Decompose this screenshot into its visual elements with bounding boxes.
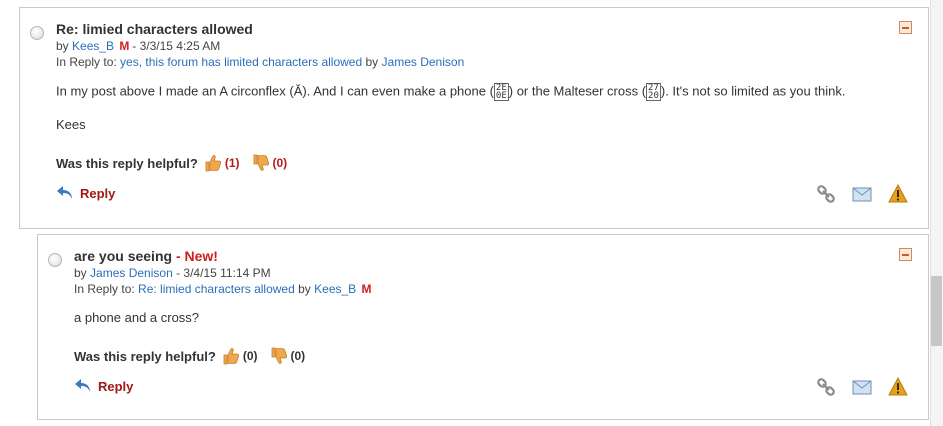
- reply-post: are you seeing - New! by James Denison -…: [37, 234, 929, 420]
- author-link[interactable]: James Denison: [90, 266, 173, 280]
- helpful-label: Was this reply helpful?: [74, 348, 216, 364]
- in-reply-by: by: [298, 282, 311, 296]
- cross-glyph: 27 20: [646, 83, 661, 101]
- by-prefix: by: [74, 266, 87, 280]
- select-radio[interactable]: [30, 26, 44, 40]
- body-text-part: In my post above I made an A circonflex …: [56, 83, 494, 99]
- post-byline: by James Denison - 3/4/15 11:14 PM: [74, 266, 271, 280]
- reply-label: Reply: [80, 185, 116, 201]
- post-timestamp: - 3/4/15 11:14 PM: [176, 266, 271, 280]
- select-radio[interactable]: [48, 253, 62, 267]
- reply-label: Reply: [98, 378, 134, 394]
- no-count: (0): [272, 156, 288, 170]
- post-body: In my post above I made an A circonflex …: [56, 83, 845, 101]
- reply-arrow-icon: [57, 186, 72, 199]
- body-text-part: ) or the Malteser cross (: [508, 83, 647, 99]
- post-actions: [800, 376, 908, 397]
- new-badge: - New!: [175, 248, 218, 264]
- reply-button[interactable]: Reply: [56, 185, 115, 201]
- in-reply-by: by: [365, 55, 379, 69]
- chain-link-icon[interactable]: [816, 184, 836, 204]
- post-signature: Kees: [56, 117, 86, 132]
- moderator-badge: M: [119, 39, 129, 53]
- reply-arrow-icon: [75, 379, 90, 392]
- yes-count: (0): [242, 349, 258, 363]
- reply-button[interactable]: Reply: [74, 378, 133, 394]
- helpful-label: Was this reply helpful?: [56, 155, 198, 171]
- post-actions: [800, 183, 908, 204]
- warning-triangle-icon[interactable]: [888, 376, 908, 397]
- in-reply-author-link[interactable]: Kees_B: [314, 282, 356, 296]
- helpful-row: Was this reply helpful? (1) (0): [56, 153, 297, 173]
- post-timestamp: - 3/3/15 4:25 AM: [132, 39, 221, 53]
- in-reply-author-link[interactable]: James Denison: [382, 55, 465, 69]
- post-title: Re: limied characters allowed: [56, 21, 253, 37]
- in-reply-to: In Reply to: yes, this forum has limited…: [56, 55, 464, 69]
- post-body: a phone and a cross?: [74, 310, 200, 325]
- yes-count: (1): [224, 156, 240, 170]
- helpful-row: Was this reply helpful? (0) (0): [74, 346, 315, 366]
- by-prefix: by: [56, 39, 69, 53]
- post-title-text: are you seeing: [74, 248, 173, 264]
- moderator-badge: M: [361, 282, 372, 296]
- no-count: (0): [290, 349, 306, 363]
- collapse-button[interactable]: [899, 21, 912, 34]
- in-reply-to: In Reply to: Re: limied characters allow…: [74, 282, 372, 296]
- chain-link-icon[interactable]: [816, 377, 836, 397]
- post-byline: by Kees_B M - 3/3/15 4:25 AM: [56, 39, 220, 53]
- collapse-button[interactable]: [899, 248, 912, 261]
- in-reply-post-link[interactable]: Re: limied characters allowed: [138, 282, 295, 296]
- author-link[interactable]: Kees_B: [72, 39, 114, 53]
- in-reply-post-link[interactable]: yes, this forum has limited characters a…: [120, 55, 362, 69]
- in-reply-prefix: In Reply to:: [56, 55, 117, 69]
- thumbs-down-icon[interactable]: [252, 153, 270, 173]
- thumbs-up-icon[interactable]: [222, 346, 240, 366]
- phone-glyph: 2E 0E: [493, 83, 509, 101]
- envelope-icon[interactable]: [852, 184, 872, 204]
- scrollbar-track[interactable]: [930, 0, 943, 426]
- thumbs-up-icon[interactable]: [204, 153, 222, 173]
- thumbs-down-icon[interactable]: [270, 346, 288, 366]
- envelope-icon[interactable]: [852, 377, 872, 397]
- post-title-text: Re: limied characters allowed: [56, 21, 253, 37]
- reply-post: Re: limied characters allowed by Kees_B …: [19, 7, 929, 229]
- scrollbar-thumb[interactable]: [931, 276, 942, 346]
- body-text-part: ). It's not so limited as you think.: [660, 83, 846, 99]
- in-reply-prefix: In Reply to:: [74, 282, 135, 296]
- post-title: are you seeing - New!: [74, 248, 218, 264]
- warning-triangle-icon[interactable]: [888, 183, 908, 204]
